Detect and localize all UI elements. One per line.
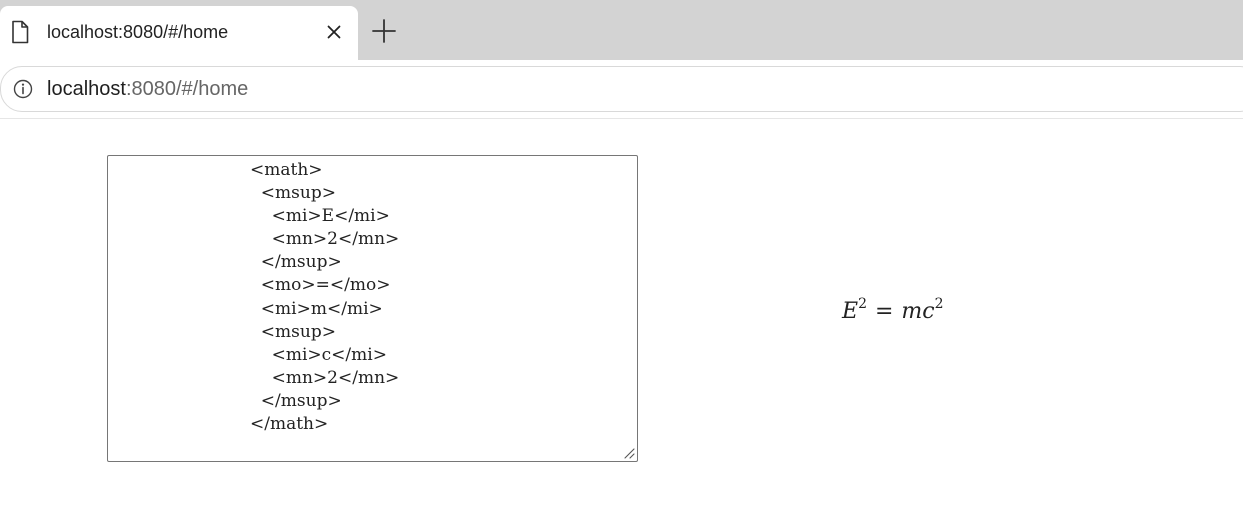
active-tab[interactable]: localhost:8080/#/home <box>0 6 358 60</box>
tab-title: localhost:8080/#/home <box>47 22 229 42</box>
new-tab-plus-icon[interactable] <box>370 17 398 45</box>
formula-operator: = <box>874 299 894 324</box>
address-url[interactable]: localhost:8080/#/home <box>47 77 248 101</box>
formula-exponent-1: 2 <box>858 296 867 312</box>
formula-base-e: E <box>842 299 859 324</box>
document-icon <box>12 20 29 44</box>
address-bar[interactable]: localhost:8080/#/home <box>0 66 1243 112</box>
info-icon[interactable] <box>13 79 33 99</box>
formula-base-c: c <box>922 299 935 324</box>
formula-term-m: m <box>901 299 923 324</box>
rendered-formula: E2 = mc2 <box>842 296 944 326</box>
close-icon[interactable] <box>322 20 346 44</box>
url-path: :8080/#/home <box>125 78 249 100</box>
url-host: localhost <box>47 78 126 100</box>
formula-exponent-2: 2 <box>934 296 944 312</box>
browser-toolbar: localhost:8080/#/home <box>0 60 1243 119</box>
mathml-code: <math> <msup> <mi>E</mi> <mn>2</mn> </ms… <box>250 160 400 435</box>
tab-strip: localhost:8080/#/home <box>0 0 1243 60</box>
resize-grip-icon[interactable] <box>622 446 635 459</box>
